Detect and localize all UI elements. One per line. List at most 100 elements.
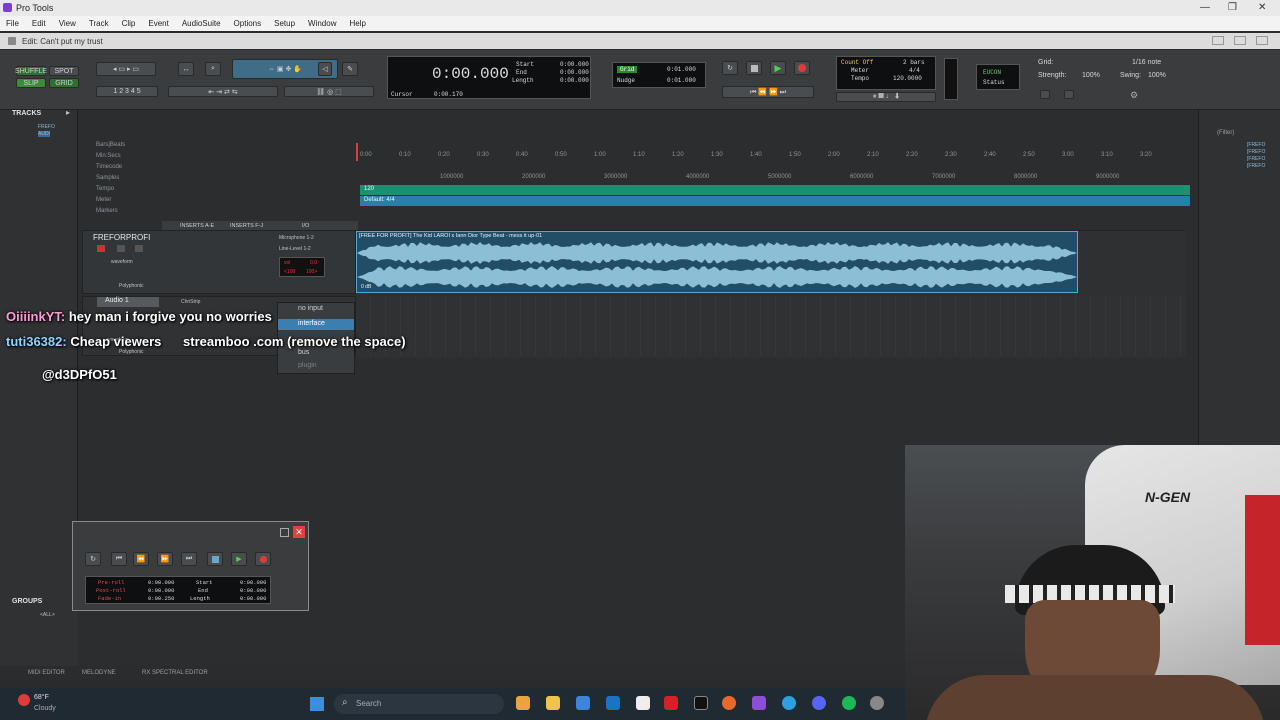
transport-rewind-button[interactable]: ⏪ — [133, 552, 149, 566]
track-2-mode[interactable]: Polyphonic — [119, 349, 143, 355]
t-length-value[interactable]: 0:00.000 — [240, 595, 266, 602]
slip-mode-button[interactable]: SLIP — [16, 78, 46, 88]
start-value[interactable]: 0:00.000 — [560, 61, 589, 68]
main-counter-value[interactable]: 0:00.000 — [432, 65, 509, 83]
track-1-mute-button[interactable] — [135, 245, 143, 252]
ruler-timecode[interactable]: Timecode — [96, 164, 122, 170]
transport-stop-button[interactable] — [207, 552, 223, 566]
track-1-input[interactable]: Microphone 1-2 — [279, 235, 314, 241]
zoom-icon[interactable] — [1064, 90, 1074, 99]
weather-icon[interactable] — [18, 694, 30, 706]
track-1-output[interactable]: Line-Level 1-2 — [279, 246, 311, 252]
ruler-min-secs[interactable]: Min:Secs — [96, 153, 121, 159]
taskbar-search[interactable]: ⌕ Search — [334, 694, 504, 714]
outlook-icon[interactable] — [606, 696, 620, 710]
pencil-tool-icon[interactable]: ✎ — [342, 62, 358, 76]
record-button[interactable] — [794, 61, 810, 75]
menu-item-plugin[interactable]: plugin — [298, 362, 317, 369]
strength-value[interactable]: 100% — [1082, 72, 1100, 79]
menu-event[interactable]: Event — [148, 19, 168, 28]
amazon-icon[interactable] — [636, 696, 650, 710]
track-1-name[interactable]: FREFORPROFI — [93, 233, 150, 242]
count-off-label[interactable]: Count Off — [841, 59, 873, 66]
menu-item-interface[interactable]: interface — [298, 320, 325, 327]
clips-filter[interactable]: (Filter) — [1217, 130, 1234, 136]
discord-icon[interactable] — [812, 696, 826, 710]
clips-item-2[interactable]: [FREFO — [1247, 149, 1265, 155]
meter-ruler-bar[interactable]: Default: 4/4 — [360, 196, 1190, 206]
bars-value[interactable]: 2 bars — [903, 59, 925, 66]
note-value[interactable]: 1/16 note — [1132, 59, 1161, 66]
transport-close-button[interactable]: ✕ — [293, 526, 305, 538]
taskbar-app-icon-3[interactable] — [870, 696, 884, 710]
end-value[interactable]: 0:00.000 — [560, 69, 589, 76]
menu-item-bus[interactable]: bus — [298, 349, 309, 356]
loop-icon[interactable]: ↻ — [722, 61, 738, 75]
t-end-value[interactable]: 0:00.000 — [240, 587, 266, 594]
transport-loop-icon[interactable]: ↻ — [85, 552, 101, 566]
speaker-icon[interactable]: ◁ — [318, 62, 332, 76]
menu-help[interactable]: Help — [349, 19, 365, 28]
taskbar-app-icon-1[interactable] — [516, 696, 530, 710]
close-button[interactable]: ✕ — [1258, 2, 1266, 13]
track-2-name[interactable]: Audio 1 — [97, 297, 159, 307]
zoom-controls[interactable]: ◂ ▭ ▸ ▭ — [96, 62, 156, 76]
fadein-label[interactable]: Fade-in — [98, 595, 121, 602]
spot-mode-button[interactable]: SPOT — [49, 66, 79, 76]
fadein-value[interactable]: 0:00.250 — [148, 595, 174, 602]
transport-record-button[interactable] — [255, 552, 271, 566]
tracks-list-item-1[interactable]: FREFO — [38, 124, 55, 130]
transport-ff-button[interactable]: ⏩ — [157, 552, 173, 566]
clips-item-3[interactable]: [FREFO — [1247, 156, 1265, 162]
weather-temp[interactable]: 68°F — [34, 694, 49, 701]
weather-desc[interactable]: Cloudy — [34, 705, 56, 712]
playhead-marker[interactable] — [356, 143, 358, 161]
link-tools[interactable]: ⛓ ◎ ⬚ — [284, 86, 374, 97]
ruler-samples[interactable]: Samples — [96, 175, 119, 181]
tracks-list-item-2[interactable]: AUDI — [38, 131, 50, 137]
ruler-markers[interactable]: Markers — [96, 208, 118, 214]
clips-item-4[interactable]: [FREFO — [1247, 163, 1265, 169]
play-button[interactable]: ▶ — [770, 61, 786, 75]
track-2-lane[interactable] — [356, 296, 1186, 356]
tab-melodyne[interactable]: MELODYNE — [82, 670, 116, 676]
transport-rtz-button[interactable]: ⏮ — [111, 552, 127, 566]
search-icon[interactable]: ⌕ — [205, 62, 221, 76]
track-2-insert[interactable]: ChnStrip — [181, 299, 200, 305]
grid-lock-icon[interactable] — [1040, 90, 1050, 99]
menu-window[interactable]: Window — [308, 19, 336, 28]
transport-end-button[interactable]: ⏭ — [181, 552, 197, 566]
menu-audiosuite[interactable]: AudioSuite — [182, 19, 221, 28]
tab-midi-editor[interactable]: MIDI EDITOR — [28, 670, 65, 676]
menu-track[interactable]: Track — [89, 19, 109, 28]
menu-clip[interactable]: Clip — [122, 19, 136, 28]
groups-all-item[interactable]: <ALL> — [40, 612, 55, 618]
ruler-tempo[interactable]: Tempo — [96, 186, 114, 192]
inserts-f-j-header[interactable]: INSERTS F-J — [230, 223, 263, 229]
edge-icon[interactable] — [782, 696, 796, 710]
track-height-buttons[interactable]: 1 2 3 4 5 — [96, 86, 158, 97]
io-header[interactable]: I/O — [302, 223, 309, 229]
tempo-ruler-bar[interactable]: 120 — [360, 185, 1190, 195]
track-1-vol-pan[interactable]: vol 0.0 <100 100> — [279, 257, 325, 277]
zoomer-tool-icon[interactable]: ↔ — [178, 62, 194, 76]
menu-item-no-input[interactable]: no input — [298, 305, 323, 312]
taskbar-app-icon-2[interactable] — [576, 696, 590, 710]
minimize-button[interactable]: — — [1200, 2, 1210, 13]
gear-icon[interactable]: ⚙ — [1130, 90, 1138, 101]
track-1-pan-left[interactable]: <100 — [284, 269, 295, 275]
x-icon[interactable] — [694, 696, 708, 710]
menu-options[interactable]: Options — [234, 19, 262, 28]
track-1-vol-value[interactable]: 0.0 — [310, 260, 317, 266]
edit-maximize-button[interactable] — [1234, 36, 1246, 45]
ruler-bars-beats[interactable]: Bars|Beats — [96, 142, 125, 148]
edit-close-button[interactable] — [1256, 36, 1268, 45]
audio-clip[interactable]: [FREE FOR PROFIT] The Kid LAROI x Iann D… — [356, 231, 1078, 293]
grid-mode-button[interactable]: GRID — [49, 78, 79, 88]
midi-controls[interactable]: ⏸ ▦ ♩ ⬇ — [836, 92, 936, 102]
length-value[interactable]: 0:00.000 — [560, 77, 589, 84]
t-start-value[interactable]: 0:00.000 — [240, 579, 266, 586]
grid-badge[interactable]: Grid — [617, 66, 638, 73]
track-1-pan-right[interactable]: 100> — [306, 269, 317, 275]
firefox-icon[interactable] — [722, 696, 736, 710]
